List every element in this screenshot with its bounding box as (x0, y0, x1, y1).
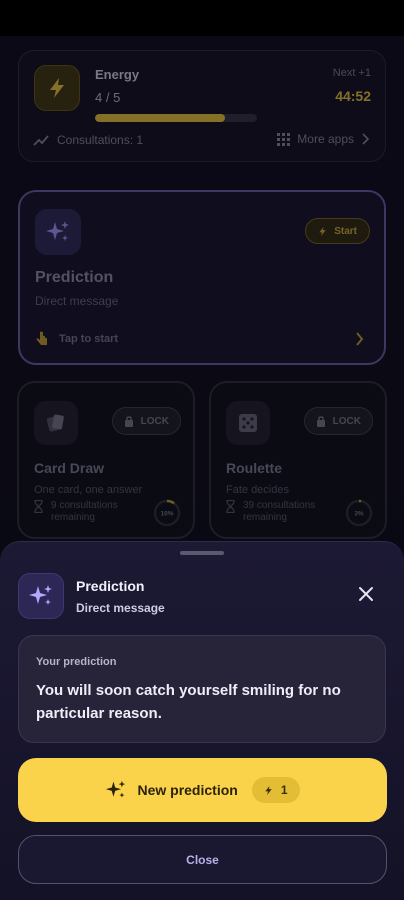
energy-cost-badge: 1 (251, 777, 300, 803)
result-text: You will soon catch yourself smiling for… (36, 682, 341, 722)
status-bar (0, 0, 404, 36)
new-prediction-label: New prediction (137, 782, 238, 798)
energy-cost: 1 (280, 783, 288, 797)
close-button[interactable]: Close (18, 835, 387, 884)
prediction-bottom-sheet: Prediction Direct message Your predictio… (0, 541, 404, 900)
sheet-title: Prediction (76, 578, 145, 594)
result-label: Your prediction (36, 656, 117, 668)
close-icon[interactable] (354, 582, 378, 606)
sparkles-icon (18, 573, 64, 619)
new-prediction-button[interactable]: New prediction 1 (18, 758, 387, 822)
sheet-subtitle: Direct message (76, 601, 165, 615)
bolt-icon (265, 785, 272, 795)
sheet-drag-handle[interactable] (180, 551, 224, 555)
prediction-result: Your prediction You will soon catch your… (18, 635, 386, 743)
sparkles-icon (106, 780, 126, 798)
